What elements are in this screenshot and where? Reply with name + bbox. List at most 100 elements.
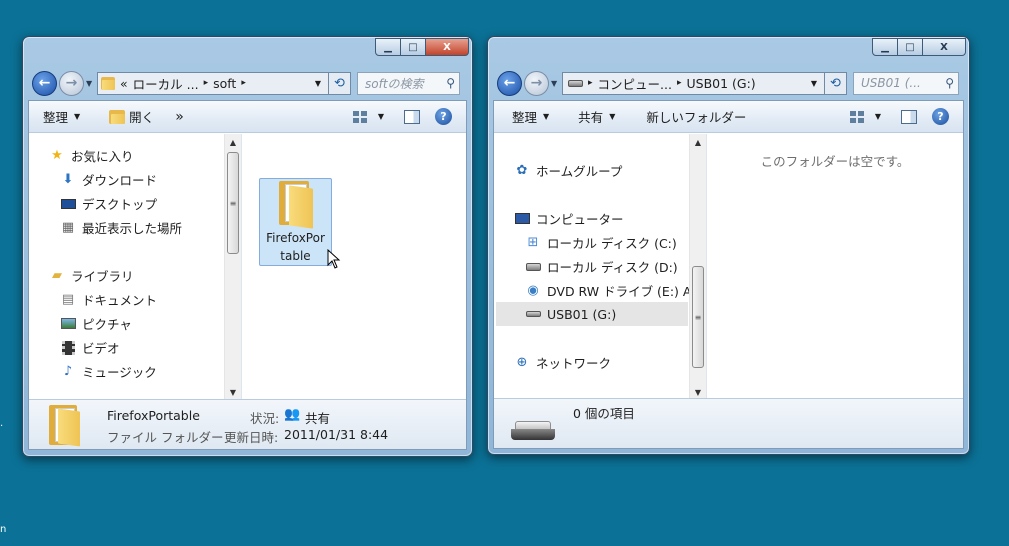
nav-computer[interactable]: コンピューター [514, 209, 624, 228]
star-icon: ★ [51, 148, 63, 163]
more-commands-button[interactable]: » [161, 101, 191, 132]
preview-pane-button[interactable] [391, 101, 427, 132]
help-icon[interactable]: ? [435, 108, 452, 125]
selected-folder-icon [49, 405, 83, 447]
help-icon[interactable]: ? [932, 108, 949, 125]
breadcrumb-usb01[interactable]: USB01 (G:) [686, 76, 755, 91]
computer-icon [514, 211, 530, 227]
details-name: FirefoxPortable [107, 408, 200, 423]
scroll-thumb[interactable]: ≡ [227, 152, 239, 254]
nav-pictures[interactable]: ピクチャ [60, 314, 132, 333]
change-view-button[interactable]: ▼ [346, 101, 391, 132]
nav-pane-scrollbar[interactable]: ▲ ≡ ▼ [224, 134, 241, 400]
preview-pane-icon [404, 109, 420, 124]
back-button[interactable]: ← [497, 70, 522, 96]
organize-menu[interactable]: 整理 ▼ [494, 101, 556, 132]
nav-drive-e[interactable]: ◉ DVD RW ドライブ (E:) A [525, 281, 689, 300]
nav-network[interactable]: ⊕ ネットワーク [514, 353, 611, 372]
preview-pane-icon [901, 109, 917, 124]
scroll-up-arrow-icon[interactable]: ▲ [690, 134, 706, 150]
organize-label: 整理 [512, 110, 538, 125]
scroll-thumb[interactable]: ≡ [692, 266, 704, 368]
forward-arrow-icon: → [530, 75, 543, 91]
navigation-pane: ✿ ホームグループ コンピューター ⊞ ローカル ディスク (C:) ローカル ディ… [494, 134, 689, 400]
pane-splitter[interactable] [241, 134, 242, 400]
command-bar: 整理 ▼ 共有 ▼ 新しいフォルダー ▼ ? [494, 101, 963, 133]
address-history-dropdown[interactable]: ▼ [807, 79, 821, 88]
change-view-button[interactable]: ▼ [843, 101, 888, 132]
nav-label: ドキュメント [82, 293, 158, 308]
breadcrumb-separator-icon[interactable]: ▸ [204, 78, 209, 88]
item-count: 0 個の項目 [573, 406, 635, 421]
explorer-window-usb01[interactable]: ▁ □ X ← → ▼ ▸ コンピュー... ▸ USB01 (G:) ▼ ⟲ … [487, 36, 970, 455]
chevron-down-icon: ▼ [609, 112, 616, 121]
nav-label: ローカル ディスク (D:) [547, 260, 678, 275]
downloads-folder-icon: ⬇ [62, 172, 74, 187]
details-pane: 0 個の項目 [494, 398, 963, 448]
nav-drive-d[interactable]: ローカル ディスク (D:) [525, 257, 678, 276]
nav-drive-g[interactable]: USB01 (G:) [496, 302, 688, 326]
desktop-dot: . [0, 418, 4, 429]
preview-pane-button[interactable] [888, 101, 924, 132]
navigation-pane: ★ お気に入り ⬇ ダウンロード デスクトップ ▦ 最近表示した場所 ▰ ライブラリ ▤… [29, 134, 224, 400]
recent-pages-dropdown[interactable]: ▼ [551, 79, 559, 88]
nav-libraries[interactable]: ▰ ライブラリ [49, 266, 134, 285]
maximize-button[interactable]: □ [401, 38, 426, 56]
address-bar[interactable]: « ローカル ... ▸ soft ▸ ▼ [97, 71, 329, 95]
back-arrow-icon: ← [503, 75, 516, 91]
search-icon[interactable]: ⚲ [446, 76, 455, 90]
nav-pane-scrollbar[interactable]: ▲ ≡ ▼ [689, 134, 706, 400]
new-folder-button[interactable]: 新しいフォルダー [622, 101, 753, 132]
breadcrumb-soft[interactable]: soft [213, 76, 236, 91]
explorer-window-soft[interactable]: ▁ □ X ← → ▼ « ローカル ... ▸ soft ▸ ▼ ⟲ soft… [22, 36, 473, 457]
share-menu[interactable]: 共有 ▼ [556, 101, 622, 132]
close-button[interactable]: X [426, 38, 469, 56]
scroll-up-arrow-icon[interactable]: ▲ [225, 134, 241, 150]
nav-favorites[interactable]: ★ お気に入り [49, 146, 133, 165]
nav-label: 最近表示した場所 [82, 221, 183, 236]
back-button[interactable]: ← [32, 70, 57, 96]
details-modified-value: 2011/01/31 8:44 [284, 427, 389, 442]
recent-pages-dropdown[interactable]: ▼ [86, 79, 94, 88]
breadcrumb-computer[interactable]: コンピュー... [598, 74, 672, 93]
nav-desktop[interactable]: デスクトップ [60, 194, 157, 213]
nav-label: ビデオ [82, 341, 120, 356]
pictures-icon [60, 316, 76, 332]
maximize-button[interactable]: □ [898, 38, 923, 56]
refresh-button[interactable]: ⟲ [329, 71, 351, 95]
forward-arrow-icon: → [65, 75, 78, 91]
nav-recent-places[interactable]: ▦ 最近表示した場所 [60, 218, 182, 237]
nav-videos[interactable]: ビデオ [60, 338, 120, 357]
breadcrumb-local-disk[interactable]: ローカル ... [133, 74, 199, 93]
folder-item-firefoxportable[interactable]: FirefoxPor table [259, 178, 332, 266]
nav-drive-c[interactable]: ⊞ ローカル ディスク (C:) [525, 233, 677, 252]
nav-downloads[interactable]: ⬇ ダウンロード [60, 170, 157, 189]
breadcrumb-separator-icon[interactable]: ▸ [241, 78, 246, 88]
nav-label: DVD RW ドライブ (E:) A [547, 284, 689, 299]
organize-menu[interactable]: 整理 ▼ [29, 101, 87, 132]
minimize-button[interactable]: ▁ [375, 38, 401, 56]
usb-drive-large-icon [511, 421, 555, 441]
hard-drive-icon [525, 259, 541, 275]
address-overflow-chevron[interactable]: « [120, 76, 128, 91]
search-box[interactable]: USB01 (... ⚲ [853, 71, 959, 95]
search-icon[interactable]: ⚲ [945, 76, 954, 90]
pane-splitter[interactable] [706, 134, 707, 400]
refresh-button[interactable]: ⟲ [825, 71, 847, 95]
open-button[interactable]: 開く [87, 101, 161, 132]
breadcrumb-separator-icon[interactable]: ▸ [677, 78, 682, 88]
nav-label: ローカル ディスク (C:) [547, 236, 677, 251]
search-box[interactable]: softの検索 ⚲ [357, 71, 460, 95]
forward-button[interactable]: → [59, 70, 84, 96]
address-bar[interactable]: ▸ コンピュー... ▸ USB01 (G:) ▼ [562, 71, 825, 95]
nav-music[interactable]: ♪ ミュージック [60, 362, 157, 381]
nav-documents[interactable]: ▤ ドキュメント [60, 290, 157, 309]
refresh-icon: ⟲ [334, 75, 345, 91]
close-button[interactable]: X [923, 38, 966, 56]
minimize-button[interactable]: ▁ [872, 38, 898, 56]
forward-button[interactable]: → [524, 70, 549, 96]
scroll-down-arrow-icon[interactable]: ▼ [225, 384, 241, 400]
nav-homegroup[interactable]: ✿ ホームグループ [514, 161, 623, 180]
address-history-dropdown[interactable]: ▼ [311, 79, 325, 88]
breadcrumb-separator-icon[interactable]: ▸ [588, 78, 593, 88]
